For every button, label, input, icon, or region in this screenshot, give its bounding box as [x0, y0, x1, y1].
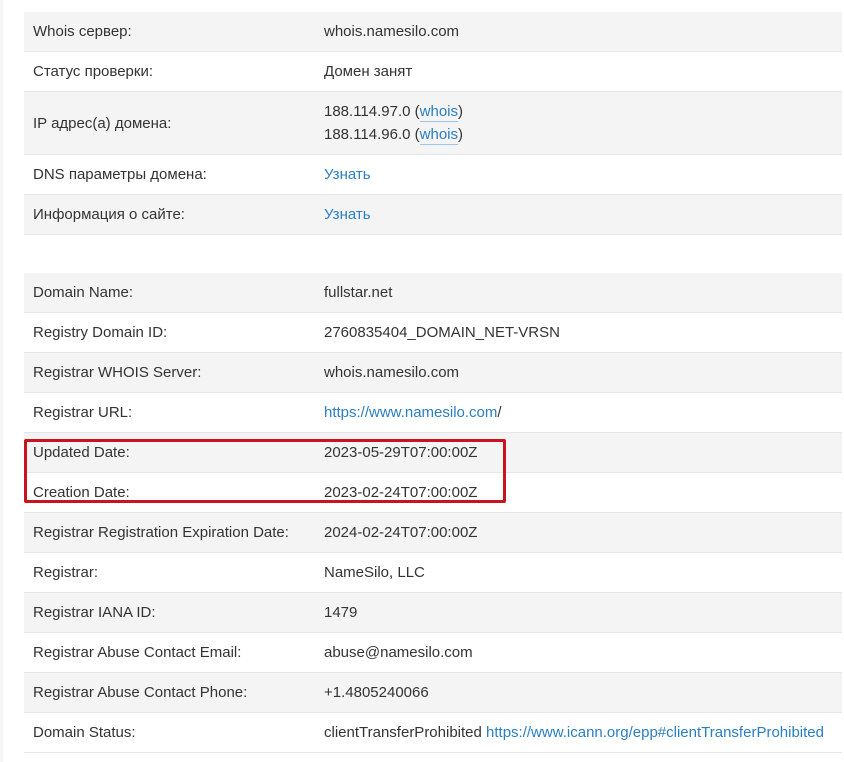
row-label: Статус проверки:: [33, 63, 153, 80]
ip-address-line: 188.114.97.0 (whois): [324, 100, 842, 123]
row-ip-addresses: IP адрес(а) домена: 188.114.97.0 (whois)…: [24, 92, 842, 155]
domain-summary-table: Whois сервер: whois.namesilo.com Статус …: [24, 12, 842, 235]
row-expiration-date: Registrar Registration Expiration Date: …: [24, 513, 842, 553]
row-dns-params: DNS параметры домена: Узнать: [24, 155, 842, 195]
row-registrar-url: Registrar URL: https://www.namesilo.com/: [24, 393, 842, 433]
row-label: Registrar IANA ID:: [33, 604, 156, 621]
row-label: Registrar Abuse Contact Phone:: [33, 684, 248, 701]
row-registrar: Registrar: NameSilo, LLC: [24, 553, 842, 593]
ip-address: 188.114.97.0: [324, 103, 411, 120]
site-info-link[interactable]: Узнать: [324, 206, 371, 223]
row-site-info: Информация о сайте: Узнать: [24, 195, 842, 235]
check-status-value: Домен занят: [324, 63, 413, 80]
row-label: Registrar WHOIS Server:: [33, 364, 202, 381]
registrar-whois-server-value: whois.namesilo.com: [324, 364, 460, 381]
abuse-email-value: abuse@namesilo.com: [324, 644, 473, 661]
ip-addresses-value: 188.114.97.0 (whois) 188.114.96.0 (whois…: [324, 100, 842, 146]
row-label: Updated Date:: [33, 444, 130, 461]
paren-close: ): [458, 126, 464, 143]
registrar-url-value: https://www.namesilo.com/: [324, 404, 842, 421]
domain-status-value: clientTransferProhibited https://www.ica…: [324, 724, 842, 741]
iana-id-value: 1479: [324, 604, 358, 621]
row-label: DNS параметры домена:: [33, 166, 207, 183]
row-label: Domain Name:: [33, 284, 134, 301]
registrar-value: NameSilo, LLC: [324, 564, 425, 581]
row-label: Информация о сайте:: [33, 206, 185, 223]
abuse-phone-value: +1.4805240066: [324, 684, 429, 701]
row-label: Domain Status:: [33, 724, 136, 741]
row-domain-status: Domain Status: clientTransferProhibited …: [24, 713, 842, 753]
registry-domain-id-value: 2760835404_DOMAIN_NET-VRSN: [324, 324, 560, 341]
dns-params-value: Узнать: [324, 166, 842, 183]
row-iana-id: Registrar IANA ID: 1479: [24, 593, 842, 633]
url-suffix: /: [497, 404, 502, 421]
row-label: Registrar Abuse Contact Email:: [33, 644, 242, 661]
ip-address: 188.114.96.0: [324, 126, 411, 143]
paren-open: (: [410, 126, 420, 143]
row-label: IP адрес(а) домена:: [33, 114, 172, 132]
row-label: Whois сервер:: [33, 23, 132, 40]
site-info-value: Узнать: [324, 206, 842, 223]
page-left-edge: [0, 0, 3, 762]
row-abuse-email: Registrar Abuse Contact Email: abuse@nam…: [24, 633, 842, 673]
row-label: Registrar:: [33, 564, 99, 581]
row-label: Registry Domain ID:: [33, 324, 168, 341]
domain-name-value: fullstar.net: [324, 284, 393, 301]
row-updated-date: Updated Date: 2023-05-29T07:00:00Z: [24, 433, 842, 473]
registrar-url-link[interactable]: https://www.namesilo.com: [324, 404, 498, 421]
row-registry-domain-id: Registry Domain ID: 2760835404_DOMAIN_NE…: [24, 313, 842, 353]
domain-status-text: clientTransferProhibited: [324, 724, 482, 741]
dns-params-link[interactable]: Узнать: [324, 166, 371, 183]
updated-date-value: 2023-05-29T07:00:00Z: [324, 444, 478, 461]
ip-whois-link[interactable]: whois: [419, 126, 459, 145]
creation-date-value: 2023-02-24T07:00:00Z: [324, 484, 478, 501]
row-abuse-phone: Registrar Abuse Contact Phone: +1.480524…: [24, 673, 842, 713]
row-check-status: Статус проверки: Домен занят: [24, 52, 842, 92]
row-domain-name: Domain Name: fullstar.net: [24, 273, 842, 313]
expiration-date-value: 2024-02-24T07:00:00Z: [324, 524, 478, 541]
whois-server-value: whois.namesilo.com: [324, 23, 460, 40]
domain-status-link[interactable]: https://www.icann.org/epp#clientTransfer…: [486, 724, 824, 741]
row-label: Creation Date:: [33, 484, 130, 501]
paren-open: (: [410, 103, 420, 120]
row-creation-date: Creation Date: 2023-02-24T07:00:00Z: [24, 473, 842, 513]
ip-whois-link[interactable]: whois: [419, 103, 459, 122]
paren-close: ): [458, 103, 464, 120]
row-label: Registrar Registration Expiration Date:: [33, 524, 289, 541]
whois-record-table: Domain Name: fullstar.net Registry Domai…: [24, 273, 842, 753]
ip-address-line: 188.114.96.0 (whois): [324, 123, 842, 146]
row-whois-server: Whois сервер: whois.namesilo.com: [24, 12, 842, 52]
row-label: Registrar URL:: [33, 404, 133, 421]
row-registrar-whois-server: Registrar WHOIS Server: whois.namesilo.c…: [24, 353, 842, 393]
